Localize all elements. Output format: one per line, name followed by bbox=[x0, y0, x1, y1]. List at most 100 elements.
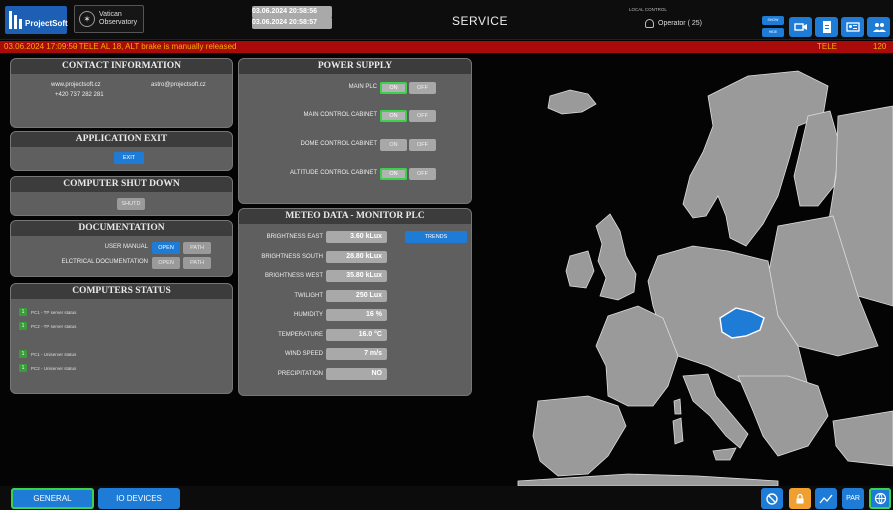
altitude-cabinet-off-button[interactable]: OFF bbox=[409, 168, 436, 180]
panel-title: COMPUTER SHUT DOWN bbox=[11, 177, 232, 192]
par-label: PAR bbox=[846, 495, 860, 502]
meteo-value: 7 m/s bbox=[326, 348, 387, 360]
mode-title: SERVICE bbox=[452, 14, 508, 28]
status-item: 1 PC2 - TP server status bbox=[19, 322, 76, 330]
map-balkans bbox=[737, 375, 829, 457]
dome-cabinet-off-button[interactable]: OFF bbox=[409, 139, 436, 151]
map-sicily bbox=[712, 447, 737, 461]
exit-button[interactable]: EXIT bbox=[114, 152, 144, 164]
shutdown-panel: COMPUTER SHUT DOWN SHUTD bbox=[10, 176, 233, 216]
shutdown-button[interactable]: SHUTD bbox=[117, 198, 145, 210]
hide-button[interactable]: HIDE bbox=[762, 28, 784, 37]
id-card-button[interactable] bbox=[841, 17, 864, 37]
meteo-label: BRIGHTNESS SOUTH bbox=[261, 253, 323, 260]
panel-title: POWER SUPPLY bbox=[239, 59, 471, 74]
camera-icon bbox=[793, 23, 807, 31]
document-icon bbox=[822, 21, 831, 33]
general-tab-button[interactable]: GENERAL bbox=[11, 488, 94, 509]
map-great-britain bbox=[595, 213, 637, 301]
vo-logo-line1: Vatican bbox=[99, 11, 122, 19]
meteo-value: 28.80 kLux bbox=[326, 250, 387, 263]
client-time: 03.06.2024 20:58:57 bbox=[252, 16, 332, 29]
camera-button[interactable] bbox=[789, 17, 812, 37]
user-icon bbox=[645, 19, 654, 28]
lock-icon bbox=[796, 493, 804, 503]
meteo-label: TWILIGHT bbox=[294, 292, 323, 299]
operator-name: Operator ( 25) bbox=[658, 20, 702, 27]
europe-map[interactable] bbox=[478, 56, 893, 486]
meteo-label: BRIGHTNESS EAST bbox=[266, 234, 323, 240]
meteo-label: WIND SPEED bbox=[284, 351, 323, 357]
no-entry-button[interactable] bbox=[761, 488, 783, 509]
server-time: 03.06.2024 20:58:56 bbox=[252, 5, 332, 18]
globe-icon bbox=[874, 492, 886, 505]
status-indicator: 1 bbox=[19, 322, 27, 330]
alarm-bar[interactable]: 03.06.2024 17:09:50 - TELE AL 18, ALT br… bbox=[0, 41, 893, 53]
main-cabinet-on-button[interactable]: ON bbox=[380, 110, 407, 122]
status-item: 1 PC1 - Uniserver status bbox=[19, 350, 76, 358]
user-manual-open-button[interactable]: OPEN bbox=[152, 242, 180, 254]
dome-cabinet-on-button[interactable]: ON bbox=[380, 139, 407, 151]
hmi-screen: ProjectSoft ✶ Vatican Observatory Server… bbox=[0, 0, 893, 510]
panel-title: APPLICATION EXIT bbox=[11, 132, 232, 147]
document-button[interactable] bbox=[815, 17, 838, 37]
vatican-observatory-logo: ✶ Vatican Observatory bbox=[74, 5, 144, 33]
id-card-icon bbox=[845, 22, 860, 32]
trend-button[interactable] bbox=[815, 488, 837, 509]
globe-button[interactable] bbox=[869, 488, 891, 509]
no-entry-icon bbox=[766, 492, 778, 505]
user-manual-path-button[interactable]: PATH bbox=[183, 242, 211, 254]
meteo-label: PRECIPITATION bbox=[277, 370, 323, 377]
electrical-doc-open-button[interactable]: OPEN bbox=[152, 257, 180, 269]
users-icon bbox=[872, 23, 886, 32]
power-supply-panel: POWER SUPPLY MAIN PLC ON OFF MAIN CONTRO… bbox=[238, 58, 472, 204]
status-indicator: 1 bbox=[19, 364, 27, 372]
altitude-cabinet-label: ALTITUDE CONTROL CABINET bbox=[289, 170, 377, 176]
time-display: Server time (UTC) 03.06.2024 20:58:56 Cl… bbox=[225, 5, 332, 29]
contact-website: www.projectsoft.cz bbox=[51, 82, 101, 88]
application-exit-panel: APPLICATION EXIT EXIT bbox=[10, 131, 233, 171]
main-cabinet-label: MAIN CONTROL CABINET bbox=[303, 112, 377, 118]
status-item: 1 PC1 - TP server status bbox=[19, 308, 76, 316]
par-button[interactable]: PAR bbox=[842, 488, 864, 509]
contact-phone: +420 737 282 281 bbox=[55, 92, 104, 98]
alarm-count: 120 bbox=[873, 42, 887, 51]
map-north-africa bbox=[517, 473, 779, 486]
trends-button[interactable]: TRENDS bbox=[405, 231, 467, 243]
meteo-value: 35.80 kLux bbox=[326, 270, 387, 282]
observatory-emblem-icon: ✶ bbox=[79, 11, 95, 27]
documentation-panel: DOCUMENTATION USER MANUAL OPEN PATH ELCT… bbox=[10, 220, 233, 277]
status-indicator: 1 bbox=[19, 350, 27, 358]
users-button[interactable] bbox=[867, 17, 890, 37]
meteo-value: NO bbox=[326, 367, 387, 380]
projectsoft-logo: ProjectSoft bbox=[5, 6, 68, 34]
main-plc-on-button[interactable]: ON bbox=[380, 82, 407, 94]
status-indicator: 1 bbox=[19, 308, 27, 316]
meteo-label: TEMPERATURE bbox=[278, 331, 323, 338]
panel-title: COMPUTERS STATUS bbox=[11, 284, 232, 299]
map-iberia bbox=[532, 395, 627, 477]
alarm-time: 03.06.2024 17:09:50 bbox=[4, 42, 78, 51]
show-button[interactable]: SHOW bbox=[762, 16, 784, 25]
trend-icon bbox=[819, 494, 833, 503]
meteo-value: 3.60 kLux bbox=[326, 231, 387, 243]
main-cabinet-off-button[interactable]: OFF bbox=[409, 110, 436, 122]
lock-button[interactable] bbox=[789, 488, 811, 509]
contact-email: astro@projectsoft.cz bbox=[151, 82, 206, 88]
map-corsica bbox=[673, 398, 682, 415]
alarm-source: TELE bbox=[817, 42, 838, 51]
local-control-label: LOCAL CONTROL bbox=[629, 7, 667, 12]
status-label: PC2 - Uniserver status bbox=[31, 365, 77, 371]
panel-title: DOCUMENTATION bbox=[11, 221, 232, 236]
meteo-label: BRIGHTNESS WEST bbox=[264, 273, 323, 279]
vo-logo-line2: Observatory bbox=[99, 19, 138, 26]
meteo-label: HUMIDITY bbox=[294, 312, 323, 318]
io-devices-tab-button[interactable]: IO DEVICES bbox=[98, 488, 180, 509]
logo-text: ProjectSoft bbox=[25, 19, 68, 28]
panel-title: CONTACT INFORMATION bbox=[11, 59, 232, 74]
main-plc-off-button[interactable]: OFF bbox=[409, 82, 436, 94]
operator-login[interactable]: Operator ( 25) bbox=[645, 19, 702, 28]
electrical-doc-path-button[interactable]: PATH bbox=[183, 257, 211, 269]
altitude-cabinet-on-button[interactable]: ON bbox=[380, 168, 407, 180]
computers-status-panel: COMPUTERS STATUS 1 PC1 - TP server statu… bbox=[10, 283, 233, 394]
